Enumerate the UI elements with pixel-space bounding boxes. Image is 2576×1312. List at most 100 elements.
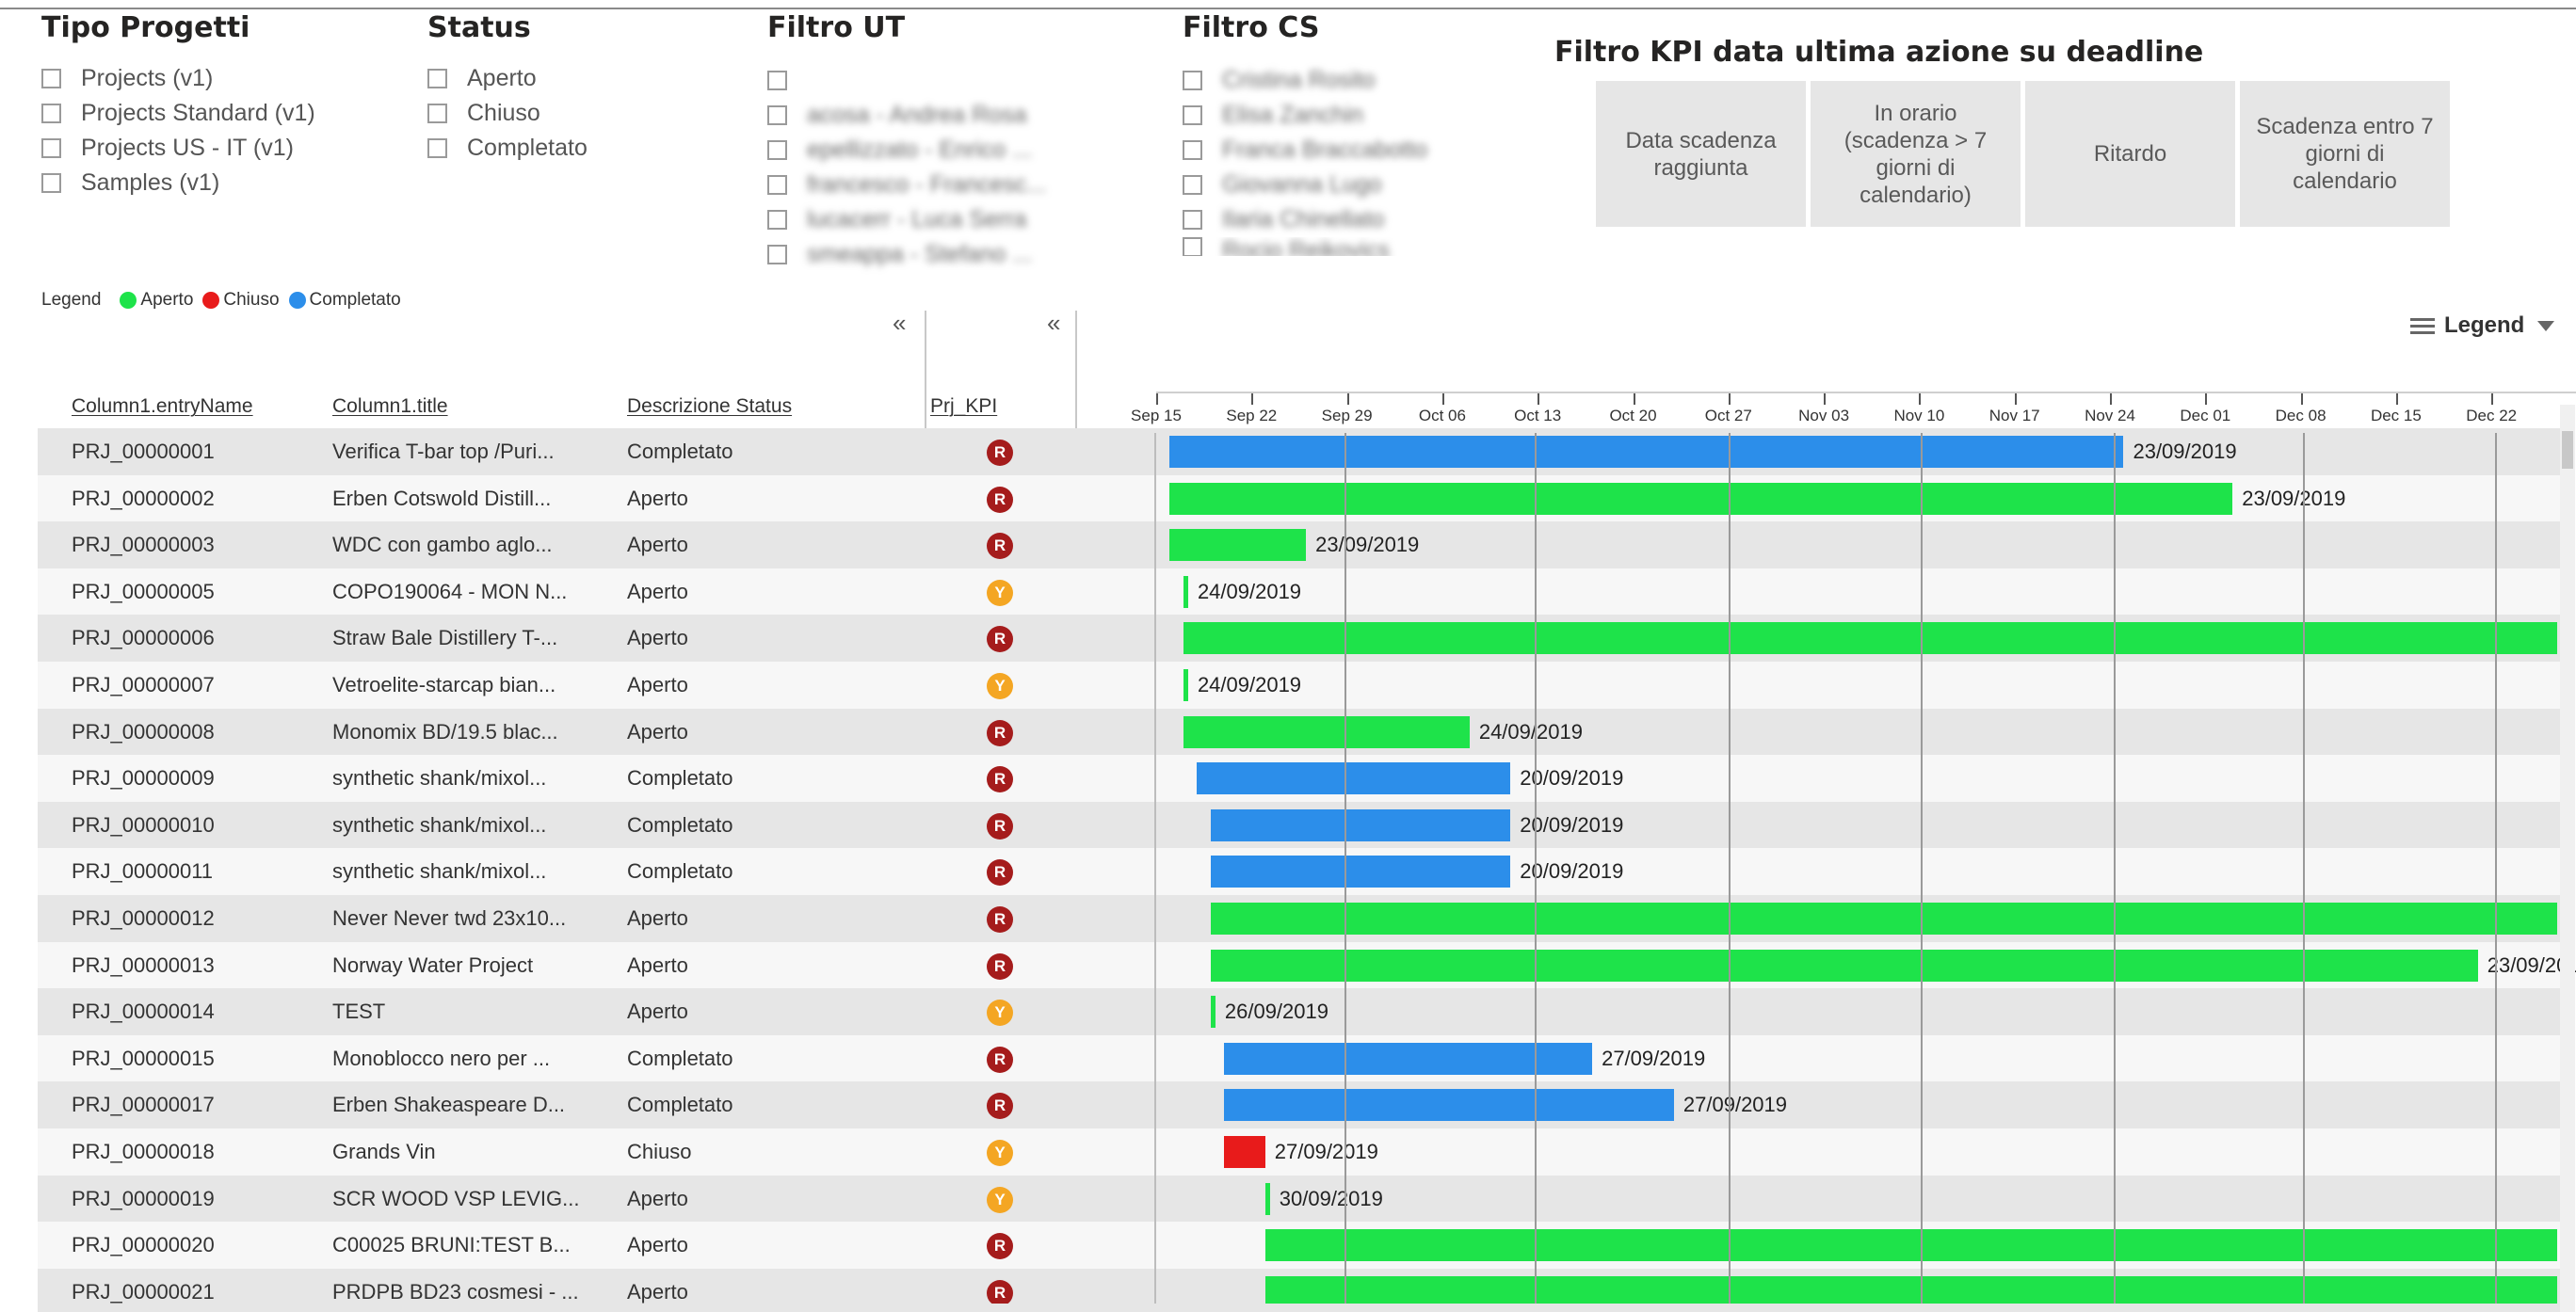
gantt-bar[interactable] — [1183, 622, 2557, 655]
slicer-option[interactable]: Cristina Rosito — [1183, 63, 1427, 98]
checkbox[interactable] — [41, 104, 61, 123]
checkbox[interactable] — [1183, 175, 1202, 195]
gantt-bar[interactable] — [1210, 996, 1216, 1029]
checkbox[interactable] — [41, 69, 61, 88]
kpi-button-ritardo[interactable]: Ritardo — [2025, 81, 2235, 227]
collapse-icon[interactable]: « — [1047, 309, 1060, 338]
column-header-descrizione-status[interactable]: Descrizione Status — [627, 395, 792, 418]
checkbox[interactable] — [41, 138, 61, 158]
column-separator[interactable] — [925, 311, 926, 442]
slicer-option-completato[interactable]: Completato — [427, 131, 588, 166]
cell-status: Aperto — [627, 1000, 688, 1024]
cell-status: Aperto — [627, 579, 688, 603]
slicer-option[interactable]: Elisa Zanchin — [1183, 98, 1427, 133]
kpi-badge: R — [987, 1233, 1013, 1260]
slicer-option[interactable]: lucacerr - Luca Serra — [767, 202, 1046, 237]
gantt-bar[interactable] — [1224, 1042, 1593, 1075]
checkbox[interactable] — [767, 71, 787, 90]
cell-status: Completato — [627, 1093, 733, 1117]
gantt-bar[interactable] — [1169, 482, 2233, 515]
cell-title: SCR WOOD VSP LEVIG... — [332, 1186, 580, 1210]
cell-status: Aperto — [627, 1233, 688, 1257]
slicer-option-aperto[interactable]: Aperto — [427, 61, 588, 96]
checkbox[interactable] — [1183, 210, 1202, 230]
gantt-bar[interactable] — [1224, 1089, 1674, 1122]
table-row[interactable]: PRJ_00000005 COPO190064 - MON N... Aperto Y — [38, 568, 2567, 616]
gantt-bar[interactable] — [1169, 436, 2124, 468]
gantt-bar[interactable] — [1183, 715, 1470, 748]
timeline-tick-label: Dec 22 — [2466, 407, 2518, 424]
timeline-tick-mark — [2491, 393, 2494, 405]
cell-title: Never Never twd 23x10... — [332, 906, 567, 930]
checkbox[interactable] — [767, 140, 787, 160]
checkbox[interactable] — [1183, 71, 1202, 90]
gantt-bar[interactable] — [1169, 529, 1307, 562]
gantt-bar[interactable] — [1197, 762, 1511, 795]
checkbox[interactable] — [1183, 105, 1202, 125]
slicer-option[interactable]: Rocio Reikovics — [1183, 237, 1427, 256]
table-row[interactable]: PRJ_00000007 Vetroelite-starcap bian... Ap… — [38, 662, 2567, 709]
checkbox[interactable] — [767, 210, 787, 230]
cell-entry-name: PRJ_00000013 — [72, 952, 215, 977]
gantt-bar[interactable] — [1183, 669, 1188, 701]
kpi-button-scadenza-7-giorni[interactable]: Scadenza entro 7 giorni di calendario — [2240, 81, 2450, 227]
slicer-option[interactable]: Ilaria Chinellato — [1183, 202, 1427, 237]
gantt-bar[interactable] — [1224, 1136, 1265, 1168]
timeline-tick-mark — [1441, 393, 1444, 405]
gantt-bar[interactable] — [1210, 949, 2478, 982]
checkbox[interactable] — [427, 138, 447, 158]
collapse-icon[interactable]: « — [893, 309, 906, 338]
gantt-start-line — [1154, 433, 1156, 1312]
slicer-option[interactable]: francesco - Francesc... — [767, 168, 1046, 202]
slicer-option[interactable]: acosa - Andrea Rosa — [767, 98, 1046, 133]
checkbox[interactable] — [767, 245, 787, 264]
gantt-bar[interactable] — [1183, 575, 1188, 608]
checkbox[interactable] — [1183, 237, 1202, 256]
cell-status: Aperto — [627, 1186, 688, 1210]
timeline-tick-mark — [1346, 393, 1349, 405]
gantt-bar-label: 24/09/2019 — [1197, 579, 1302, 603]
cell-title: Erben Cotswold Distill... — [332, 486, 552, 510]
slicer-option-projects-us-it[interactable]: Projects US - IT (v1) — [41, 131, 315, 166]
kpi-button-in-orario[interactable]: In orario (scadenza > 7 giorni di calend… — [1811, 81, 2021, 227]
checkbox[interactable] — [41, 173, 61, 193]
checkbox[interactable] — [1183, 140, 1202, 160]
cell-title: TEST — [332, 1000, 386, 1024]
column-header-entryname[interactable]: Column1.entryName — [72, 395, 253, 418]
cell-status: Aperto — [627, 673, 688, 696]
cell-entry-name: PRJ_00000012 — [72, 906, 215, 930]
gantt-bar[interactable] — [1210, 856, 1511, 888]
slicer-option[interactable] — [767, 63, 1046, 98]
slicer-option-projects-standard[interactable]: Projects Standard (v1) — [41, 96, 315, 131]
column-header-title[interactable]: Column1.title — [332, 395, 448, 418]
timeline-tick-label: Sep 29 — [1321, 407, 1373, 424]
gantt-bar[interactable] — [1210, 808, 1511, 841]
column-separator[interactable] — [1075, 311, 1077, 442]
slicer-option-chiuso[interactable]: Chiuso — [427, 96, 588, 131]
kpi-badge: R — [987, 1046, 1013, 1073]
slicer-tipo-progetti: Tipo Progetti Projects (v1) Projects Sta… — [41, 11, 315, 200]
timeline-tick-mark — [2014, 393, 2017, 405]
checkbox[interactable] — [427, 104, 447, 123]
kpi-badge: R — [987, 486, 1013, 513]
gantt-legend-button[interactable]: Legend — [2410, 312, 2555, 339]
scrollbar-thumb[interactable] — [2562, 431, 2573, 469]
kpi-badge: Y — [987, 579, 1013, 606]
slicer-option[interactable]: epellizzato - Enrico ... — [767, 133, 1046, 168]
slicer-option-projects-v1[interactable]: Projects (v1) — [41, 61, 315, 96]
gantt-bar[interactable] — [1210, 903, 2557, 935]
slicer-title: Status — [427, 11, 531, 44]
vertical-scrollbar[interactable] — [2560, 405, 2575, 1312]
slicer-option-samples[interactable]: Samples (v1) — [41, 166, 315, 200]
slicer-option[interactable]: smeappa - Stefano ... — [767, 237, 1046, 272]
kpi-button-data-scadenza[interactable]: Data scadenza raggiunta — [1596, 81, 1806, 227]
slicer-option[interactable]: Giovanna Lugo — [1183, 168, 1427, 202]
checkbox[interactable] — [767, 105, 787, 125]
slicer-option[interactable]: Franca Braccabotto — [1183, 133, 1427, 168]
column-header-prj-kpi[interactable]: Prj_KPI — [930, 395, 997, 418]
cell-status: Aperto — [627, 952, 688, 977]
gantt-bar[interactable] — [1264, 1229, 2557, 1262]
checkbox[interactable] — [427, 69, 447, 88]
checkbox[interactable] — [767, 175, 787, 195]
gantt-bar[interactable] — [1264, 1182, 1270, 1215]
